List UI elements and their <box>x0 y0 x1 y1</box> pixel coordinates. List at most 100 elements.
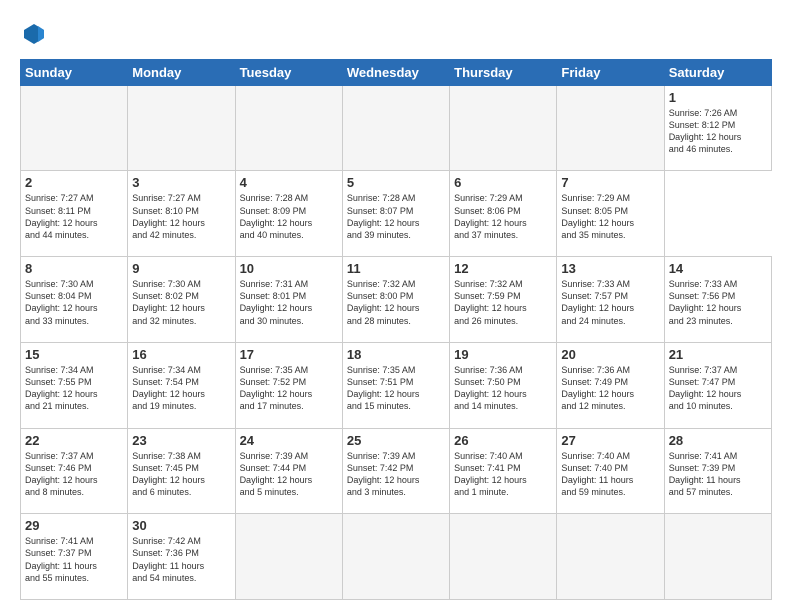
day-info: Sunrise: 7:41 AM Sunset: 7:37 PM Dayligh… <box>25 535 123 584</box>
empty-cell <box>21 85 128 171</box>
calendar-header: SundayMondayTuesdayWednesdayThursdayFrid… <box>21 59 772 85</box>
day-header-monday: Monday <box>128 59 235 85</box>
day-info: Sunrise: 7:28 AM Sunset: 8:09 PM Dayligh… <box>240 192 338 241</box>
day-number: 12 <box>454 261 552 276</box>
day-info: Sunrise: 7:30 AM Sunset: 8:04 PM Dayligh… <box>25 278 123 327</box>
day-cell-14: 14 Sunrise: 7:33 AM Sunset: 7:56 PM Dayli… <box>664 257 771 343</box>
day-info: Sunrise: 7:42 AM Sunset: 7:36 PM Dayligh… <box>132 535 230 584</box>
day-info: Sunrise: 7:39 AM Sunset: 7:44 PM Dayligh… <box>240 450 338 499</box>
day-cell-28: 28Sunrise: 7:41 AM Sunset: 7:39 PM Dayli… <box>664 428 771 514</box>
day-header-thursday: Thursday <box>450 59 557 85</box>
day-number: 29 <box>25 518 123 533</box>
day-info: Sunrise: 7:35 AM Sunset: 7:51 PM Dayligh… <box>347 364 445 413</box>
day-info: Sunrise: 7:29 AM Sunset: 8:06 PM Dayligh… <box>454 192 552 241</box>
day-cell-21: 21Sunrise: 7:37 AM Sunset: 7:47 PM Dayli… <box>664 342 771 428</box>
day-cell-15: 15 Sunrise: 7:34 AM Sunset: 7:55 PM Dayli… <box>21 342 128 428</box>
day-number: 3 <box>132 175 230 190</box>
calendar-body: 1Sunrise: 7:26 AM Sunset: 8:12 PM Daylig… <box>21 85 772 599</box>
day-number: 19 <box>454 347 552 362</box>
day-number: 8 <box>25 261 123 276</box>
day-number: 16 <box>132 347 230 362</box>
day-info: Sunrise: 7:33 AM Sunset: 7:57 PM Dayligh… <box>561 278 659 327</box>
day-cell-26: 26Sunrise: 7:40 AM Sunset: 7:41 PM Dayli… <box>450 428 557 514</box>
day-number: 23 <box>132 433 230 448</box>
day-cell-3: 3 Sunrise: 7:27 AM Sunset: 8:10 PM Daylig… <box>128 171 235 257</box>
day-cell-7: 7Sunrise: 7:29 AM Sunset: 8:05 PM Daylig… <box>557 171 664 257</box>
day-info: Sunrise: 7:33 AM Sunset: 7:56 PM Dayligh… <box>669 278 767 327</box>
day-info: Sunrise: 7:41 AM Sunset: 7:39 PM Dayligh… <box>669 450 767 499</box>
day-cell-22: 22Sunrise: 7:37 AM Sunset: 7:46 PM Dayli… <box>21 428 128 514</box>
day-info: Sunrise: 7:40 AM Sunset: 7:40 PM Dayligh… <box>561 450 659 499</box>
day-info: Sunrise: 7:30 AM Sunset: 8:02 PM Dayligh… <box>132 278 230 327</box>
day-cell-24: 24 Sunrise: 7:39 AM Sunset: 7:44 PM Dayli… <box>235 428 342 514</box>
day-info: Sunrise: 7:28 AM Sunset: 8:07 PM Dayligh… <box>347 192 445 241</box>
week-row-1: 2Sunrise: 7:27 AM Sunset: 8:11 PM Daylig… <box>21 171 772 257</box>
day-cell-2: 2Sunrise: 7:27 AM Sunset: 8:11 PM Daylig… <box>21 171 128 257</box>
day-cell-10: 10 Sunrise: 7:31 AM Sunset: 8:01 PM Dayli… <box>235 257 342 343</box>
day-number: 25 <box>347 433 445 448</box>
day-number: 21 <box>669 347 767 362</box>
day-info: Sunrise: 7:39 AM Sunset: 7:42 PM Dayligh… <box>347 450 445 499</box>
day-info: Sunrise: 7:32 AM Sunset: 7:59 PM Dayligh… <box>454 278 552 327</box>
week-row-0: 1Sunrise: 7:26 AM Sunset: 8:12 PM Daylig… <box>21 85 772 171</box>
day-info: Sunrise: 7:34 AM Sunset: 7:55 PM Dayligh… <box>25 364 123 413</box>
day-number: 24 <box>240 433 338 448</box>
logo-icon <box>22 22 46 46</box>
day-cell-5: 5 Sunrise: 7:28 AM Sunset: 8:07 PM Daylig… <box>342 171 449 257</box>
day-info: Sunrise: 7:35 AM Sunset: 7:52 PM Dayligh… <box>240 364 338 413</box>
empty-cell <box>557 514 664 600</box>
day-cell-9: 9Sunrise: 7:30 AM Sunset: 8:02 PM Daylig… <box>128 257 235 343</box>
day-cell-16: 16 Sunrise: 7:34 AM Sunset: 7:54 PM Dayli… <box>128 342 235 428</box>
day-info: Sunrise: 7:31 AM Sunset: 8:01 PM Dayligh… <box>240 278 338 327</box>
day-number: 10 <box>240 261 338 276</box>
day-header-friday: Friday <box>557 59 664 85</box>
day-number: 27 <box>561 433 659 448</box>
day-number: 14 <box>669 261 767 276</box>
day-number: 4 <box>240 175 338 190</box>
day-number: 11 <box>347 261 445 276</box>
day-info: Sunrise: 7:36 AM Sunset: 7:50 PM Dayligh… <box>454 364 552 413</box>
day-header-wednesday: Wednesday <box>342 59 449 85</box>
day-cell-25: 25 Sunrise: 7:39 AM Sunset: 7:42 PM Dayli… <box>342 428 449 514</box>
day-info: Sunrise: 7:34 AM Sunset: 7:54 PM Dayligh… <box>132 364 230 413</box>
day-number: 5 <box>347 175 445 190</box>
day-info: Sunrise: 7:32 AM Sunset: 8:00 PM Dayligh… <box>347 278 445 327</box>
day-info: Sunrise: 7:36 AM Sunset: 7:49 PM Dayligh… <box>561 364 659 413</box>
empty-cell <box>664 514 771 600</box>
day-header-saturday: Saturday <box>664 59 771 85</box>
empty-cell <box>128 85 235 171</box>
page: SundayMondayTuesdayWednesdayThursdayFrid… <box>0 0 792 612</box>
day-number: 15 <box>25 347 123 362</box>
week-row-5: 29 Sunrise: 7:41 AM Sunset: 7:37 PM Dayli… <box>21 514 772 600</box>
day-cell-1: 1Sunrise: 7:26 AM Sunset: 8:12 PM Daylig… <box>664 85 771 171</box>
day-number: 22 <box>25 433 123 448</box>
day-number: 20 <box>561 347 659 362</box>
day-number: 6 <box>454 175 552 190</box>
day-number: 30 <box>132 518 230 533</box>
day-cell-30: 30 Sunrise: 7:42 AM Sunset: 7:36 PM Dayli… <box>128 514 235 600</box>
day-number: 17 <box>240 347 338 362</box>
day-header-tuesday: Tuesday <box>235 59 342 85</box>
empty-cell <box>450 514 557 600</box>
empty-cell <box>342 85 449 171</box>
day-number: 18 <box>347 347 445 362</box>
empty-cell <box>235 514 342 600</box>
day-info: Sunrise: 7:38 AM Sunset: 7:45 PM Dayligh… <box>132 450 230 499</box>
day-cell-19: 19 Sunrise: 7:36 AM Sunset: 7:50 PM Dayli… <box>450 342 557 428</box>
day-info: Sunrise: 7:27 AM Sunset: 8:10 PM Dayligh… <box>132 192 230 241</box>
day-number: 7 <box>561 175 659 190</box>
day-number: 13 <box>561 261 659 276</box>
week-row-3: 15 Sunrise: 7:34 AM Sunset: 7:55 PM Dayli… <box>21 342 772 428</box>
day-number: 26 <box>454 433 552 448</box>
day-cell-23: 23 Sunrise: 7:38 AM Sunset: 7:45 PM Dayli… <box>128 428 235 514</box>
day-cell-8: 8 Sunrise: 7:30 AM Sunset: 8:04 PM Daylig… <box>21 257 128 343</box>
day-number: 2 <box>25 175 123 190</box>
day-cell-18: 18 Sunrise: 7:35 AM Sunset: 7:51 PM Dayli… <box>342 342 449 428</box>
day-cell-4: 4 Sunrise: 7:28 AM Sunset: 8:09 PM Daylig… <box>235 171 342 257</box>
logo <box>20 22 46 49</box>
empty-cell <box>235 85 342 171</box>
day-cell-6: 6 Sunrise: 7:29 AM Sunset: 8:06 PM Daylig… <box>450 171 557 257</box>
days-header-row: SundayMondayTuesdayWednesdayThursdayFrid… <box>21 59 772 85</box>
day-cell-29: 29 Sunrise: 7:41 AM Sunset: 7:37 PM Dayli… <box>21 514 128 600</box>
day-header-sunday: Sunday <box>21 59 128 85</box>
